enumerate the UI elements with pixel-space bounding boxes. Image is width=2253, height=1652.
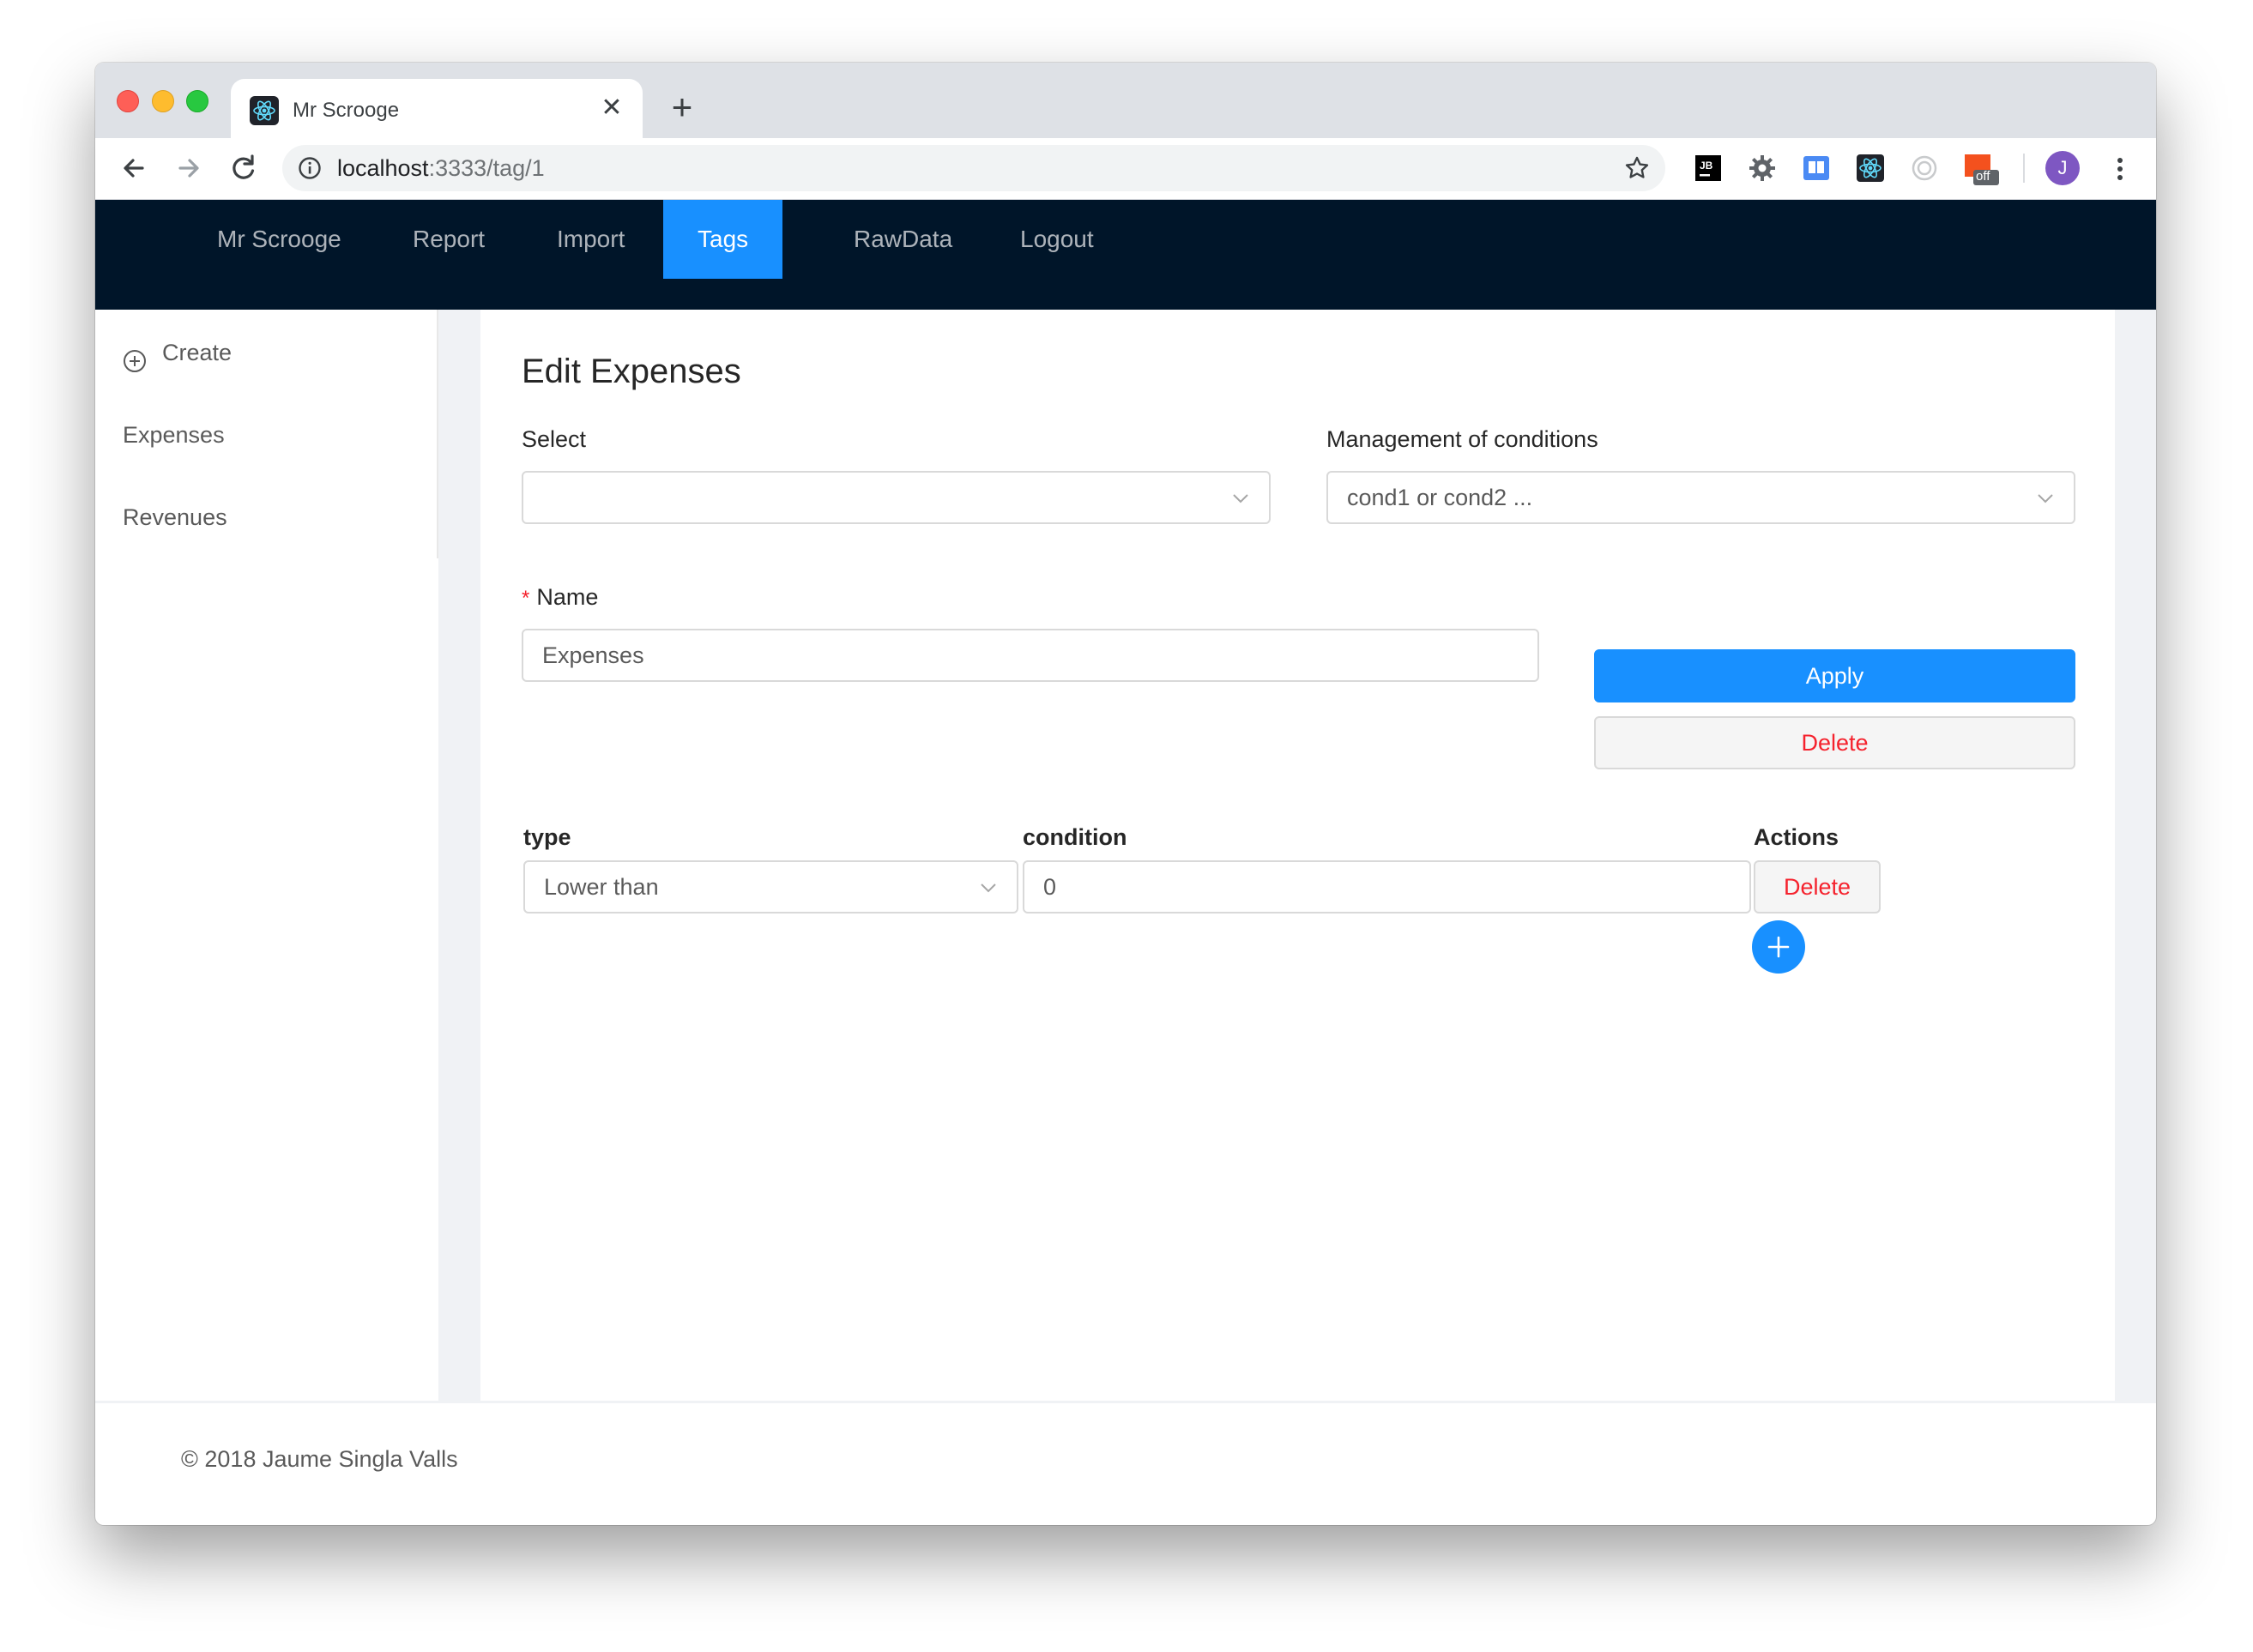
sidebar-item-create[interactable]: Create: [123, 327, 232, 378]
chevron-down-icon: [1231, 489, 1250, 508]
new-tab-button[interactable]: +: [663, 88, 701, 126]
name-label: * Name: [522, 584, 598, 611]
nav-item-tags[interactable]: Tags: [663, 200, 783, 279]
condition-value-input[interactable]: 0: [1023, 860, 1751, 913]
nav-item-import[interactable]: Import: [522, 200, 659, 279]
sidebar-item-label: Create: [162, 340, 233, 365]
tag-select[interactable]: [522, 471, 1271, 524]
react-favicon-icon: [250, 96, 279, 125]
add-condition-button[interactable]: [1752, 920, 1805, 974]
tab-close-icon[interactable]: ✕: [596, 93, 627, 124]
column-header-type: type: [523, 824, 571, 850]
nav-item-report[interactable]: Report: [378, 200, 519, 279]
profile-avatar[interactable]: J: [2045, 151, 2080, 185]
sidebar-divider: [437, 310, 438, 558]
column-header-condition: condition: [1023, 824, 1127, 850]
browser-menu-icon[interactable]: [2111, 154, 2129, 184]
nav-item-mr-scrooge[interactable]: Mr Scrooge: [183, 200, 376, 279]
bookmark-star-icon[interactable]: [1624, 155, 1650, 181]
page-layout: Create Expenses Revenues Edit Expenses S…: [95, 310, 2156, 1472]
tab-title: Mr Scrooge: [293, 99, 400, 122]
main-content: Edit Expenses Select Management of condi…: [480, 310, 2115, 1401]
url-text: localhost:3333/tag/1: [337, 145, 545, 191]
browser-tab[interactable]: Mr Scrooge ✕: [231, 79, 643, 138]
reload-icon[interactable]: [224, 148, 263, 188]
condition-type-value: Lower than: [544, 874, 659, 900]
close-window-button[interactable]: [117, 90, 139, 112]
column-header-actions: Actions: [1754, 824, 1839, 850]
conditions-select[interactable]: cond1 or cond2 ...: [1326, 471, 2075, 524]
name-input[interactable]: Expenses: [522, 629, 1539, 682]
sidebar-item-label: Revenues: [123, 504, 227, 530]
delete-condition-button[interactable]: Delete: [1754, 860, 1881, 913]
conditions-select-value: cond1 or cond2 ...: [1347, 485, 1533, 510]
sidebar-item-revenues[interactable]: Revenues: [123, 491, 227, 543]
address-bar[interactable]: localhost:3333/tag/1: [282, 145, 1665, 191]
target-extension-icon[interactable]: [1909, 153, 1940, 184]
app-header: Mr Scrooge Report Import Tags RawData Lo…: [95, 200, 2156, 310]
browser-toolbar: localhost:3333/tag/1 JB off J: [95, 138, 2156, 200]
chevron-down-icon: [979, 878, 998, 897]
url-host: localhost: [337, 155, 429, 181]
minimize-window-button[interactable]: [152, 90, 174, 112]
condition-type-select[interactable]: Lower than: [523, 860, 1018, 913]
apply-button[interactable]: Apply: [1594, 649, 2075, 702]
info-icon[interactable]: [298, 156, 322, 180]
page-title: Edit Expenses: [522, 353, 741, 390]
tab-strip: Mr Scrooge ✕ +: [95, 63, 2156, 138]
nav-item-logout[interactable]: Logout: [986, 200, 1128, 279]
maximize-window-button[interactable]: [186, 90, 208, 112]
name-label-text: Name: [536, 584, 599, 610]
sidebar: Create Expenses Revenues: [95, 310, 438, 1401]
html-validator-extension-icon[interactable]: off: [1963, 153, 2001, 185]
back-arrow-icon[interactable]: [114, 148, 154, 188]
chevron-down-icon: [2036, 489, 2055, 508]
nav-item-rawdata[interactable]: RawData: [819, 200, 987, 279]
sidebar-item-expenses[interactable]: Expenses: [123, 409, 225, 461]
toolbar-separator: [2023, 154, 2025, 183]
forward-arrow-icon[interactable]: [169, 148, 208, 188]
plus-icon: [1767, 936, 1790, 958]
jetbrains-extension-icon[interactable]: JB: [1693, 153, 1724, 184]
browser-window: Mr Scrooge ✕ + localhost:3333/tag/1 JB o…: [95, 63, 2156, 1525]
react-devtools-icon[interactable]: [1855, 153, 1886, 184]
extension-badge: off: [1976, 169, 1990, 184]
gear-extension-icon[interactable]: [1747, 153, 1778, 184]
url-path: :3333/tag/1: [428, 155, 545, 181]
select-label: Select: [522, 426, 587, 452]
required-mark: *: [522, 587, 530, 610]
svg-text:JB: JB: [1700, 160, 1713, 172]
footer-copyright: © 2018 Jaume Singla Valls: [181, 1446, 458, 1472]
plus-circle-icon: [123, 340, 147, 372]
sidebar-item-label: Expenses: [123, 422, 225, 448]
reader-extension-icon[interactable]: [1801, 153, 1832, 184]
delete-tag-button[interactable]: Delete: [1594, 716, 2075, 769]
conditions-label: Management of conditions: [1326, 426, 1598, 452]
